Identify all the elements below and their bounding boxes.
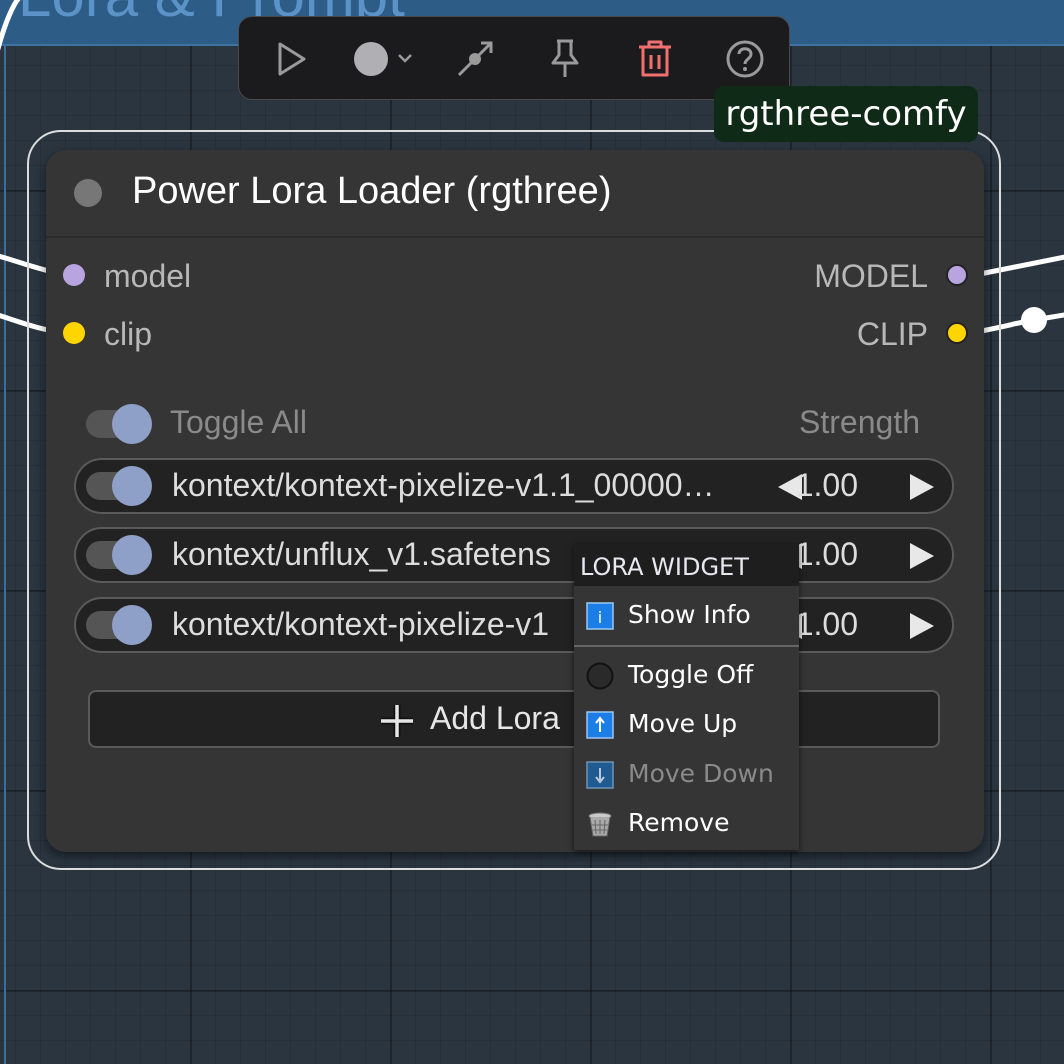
menu-item-show-info[interactable]: i Show Info — [574, 592, 799, 638]
toggle-all-label: Toggle All — [170, 404, 307, 440]
lora-toggle[interactable] — [86, 535, 154, 575]
source-badge: rgthree-comfy — [714, 86, 978, 142]
lora-toggle[interactable] — [86, 466, 154, 506]
model-output-slot[interactable] — [946, 264, 968, 286]
input-label-model: model — [104, 258, 192, 294]
bypass-icon[interactable] — [453, 37, 497, 81]
lora-name[interactable]: kontext/kontext-pixelize-v1.1_00000… — [172, 467, 768, 504]
lora-row[interactable]: kontext/kontext-pixelize-v1.1_00000… 1.0… — [74, 458, 954, 514]
node-title: Power Lora Loader (rgthree) — [132, 170, 612, 212]
lora-context-menu: LORA WIDGET i Show Info Toggle Off Move … — [574, 544, 799, 850]
run-icon[interactable] — [269, 37, 313, 81]
info-icon: i — [586, 602, 614, 630]
strength-increase-icon[interactable] — [910, 543, 934, 569]
add-lora-label: Add Lora — [430, 700, 560, 736]
toggle-off-icon — [586, 662, 614, 690]
menu-item-move-down[interactable]: Move Down — [574, 751, 799, 797]
lora-toggle[interactable] — [86, 605, 154, 645]
power-lora-loader-node[interactable]: Power Lora Loader (rgthree) model clip M… — [46, 150, 984, 852]
add-lora-button[interactable]: Add Lora — [88, 690, 940, 748]
strength-increase-icon[interactable] — [910, 474, 934, 500]
menu-separator — [574, 645, 799, 647]
lora-row[interactable]: kontext/kontext-pixelize-v1 1.00 — [74, 597, 954, 653]
strength-label: Strength — [799, 404, 920, 440]
selection-toolbar — [238, 16, 790, 100]
toggle-all-switch[interactable] — [86, 404, 154, 444]
lora-row[interactable]: kontext/unflux_v1.safetens 1.00 — [74, 527, 954, 583]
arrow-up-icon — [586, 711, 614, 739]
clip-output-slot[interactable] — [946, 322, 968, 344]
node-header[interactable]: Power Lora Loader (rgthree) — [46, 150, 984, 238]
trash-icon — [588, 812, 612, 837]
toggle-knob — [112, 404, 152, 444]
clip-input-slot[interactable] — [63, 322, 85, 344]
plus-icon — [381, 705, 413, 737]
strength-increase-icon[interactable] — [910, 613, 934, 639]
pin-icon[interactable] — [543, 37, 587, 81]
menu-item-move-up[interactable]: Move Up — [574, 701, 799, 747]
lora-strength[interactable]: 1.00 — [796, 467, 858, 504]
arrow-down-icon — [586, 761, 614, 789]
svg-text:i: i — [598, 608, 602, 627]
lora-strength[interactable]: 1.00 — [796, 606, 858, 643]
menu-title: LORA WIDGET — [574, 544, 799, 586]
delete-icon[interactable] — [633, 37, 677, 81]
collapse-icon[interactable] — [74, 179, 102, 207]
menu-item-toggle-off[interactable]: Toggle Off — [574, 652, 799, 698]
output-label-clip: CLIP — [856, 316, 928, 352]
input-label-clip: clip — [104, 316, 153, 352]
output-label-model: MODEL — [814, 258, 928, 294]
menu-item-remove[interactable]: Remove — [574, 800, 799, 846]
lora-strength[interactable]: 1.00 — [796, 536, 858, 573]
wire-left-top — [0, 0, 21, 51]
model-input-slot[interactable] — [63, 264, 85, 286]
color-icon[interactable] — [351, 37, 421, 81]
wire-reroute-dot — [1021, 307, 1047, 333]
help-icon[interactable] — [723, 37, 767, 81]
